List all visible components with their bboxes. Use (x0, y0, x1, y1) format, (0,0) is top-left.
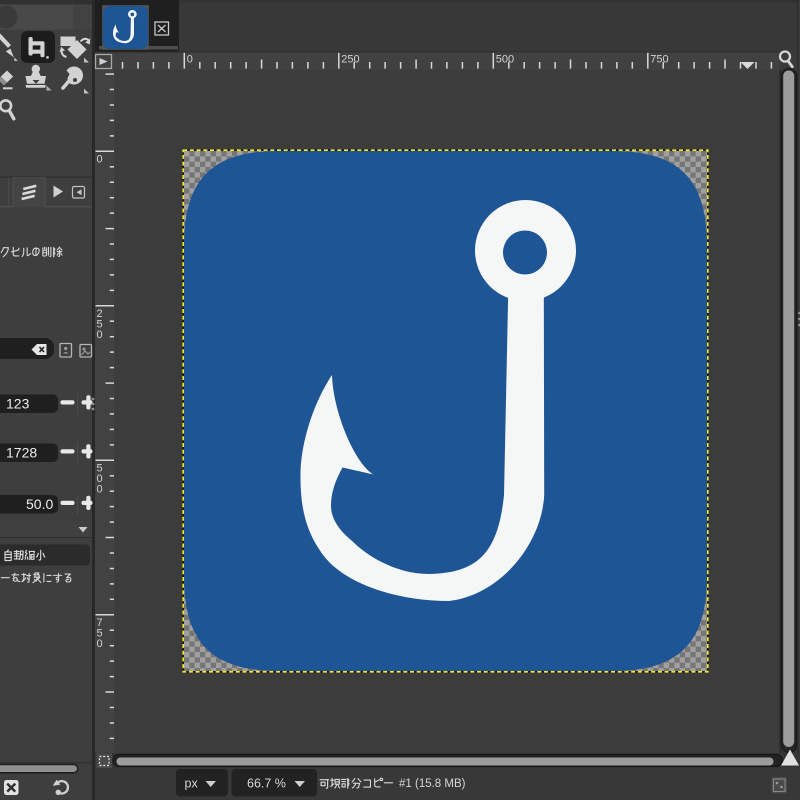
svg-text:750: 750 (650, 54, 668, 66)
svg-text:123: 123 (6, 396, 30, 412)
svg-text:1728: 1728 (6, 445, 37, 461)
svg-text:0: 0 (97, 153, 103, 165)
svg-text:px: px (185, 777, 199, 791)
svg-text:500: 500 (97, 462, 103, 495)
svg-text:#1 (15.8 MB): #1 (15.8 MB) (399, 778, 466, 790)
svg-text:750: 750 (97, 617, 103, 650)
svg-text:250: 250 (341, 54, 359, 66)
svg-text:50.0: 50.0 (26, 496, 53, 512)
svg-text:0: 0 (187, 54, 193, 66)
svg-text:250: 250 (97, 308, 103, 341)
svg-text:500: 500 (496, 54, 514, 66)
svg-text:66.7 %: 66.7 % (247, 777, 286, 791)
